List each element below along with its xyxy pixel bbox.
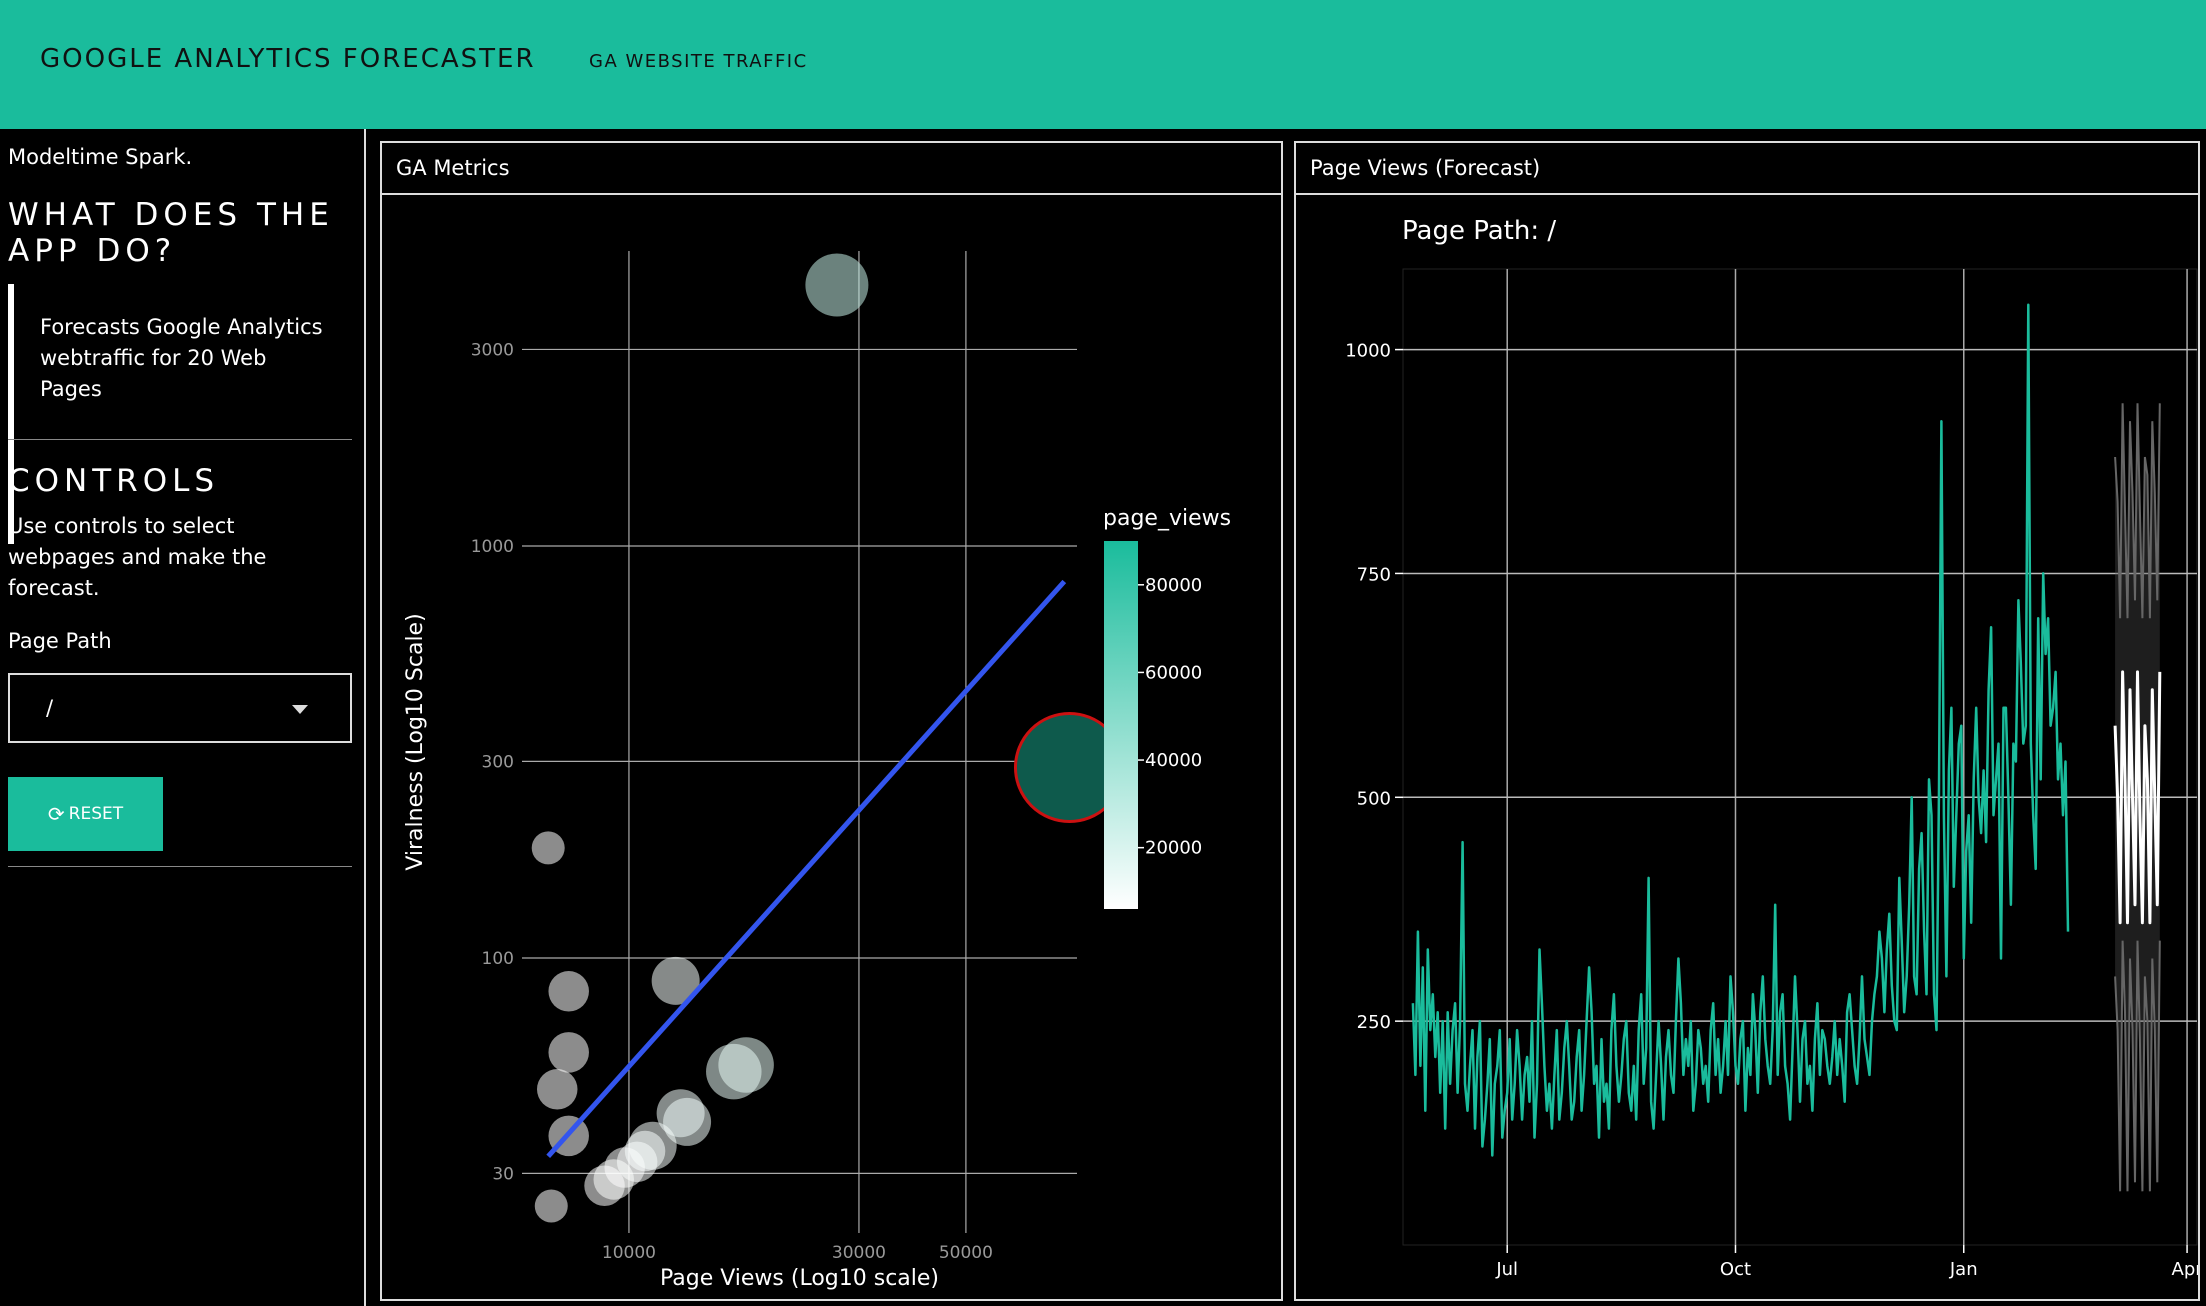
reset-button-label: RESET xyxy=(68,804,124,824)
legend-tick-label: 20000 xyxy=(1145,838,1202,859)
card-title: GA Metrics xyxy=(396,156,510,180)
y-tick-label: 750 xyxy=(1357,564,1391,585)
y-tick-label: 3000 xyxy=(471,340,514,360)
page-path-select[interactable]: / xyxy=(8,673,352,743)
forecast-line-chart: Page Path: / Jul Oct Jan Apr 250 500 750 1000 xyxy=(1345,216,2198,1280)
y-tick-label: 1000 xyxy=(1345,341,1391,362)
y-tick-label: 300 xyxy=(482,752,514,772)
legend-colorbar xyxy=(1104,541,1138,909)
data-point xyxy=(534,1189,568,1223)
x-axis-label: Page Views (Log10 scale) xyxy=(660,1266,939,1291)
divider xyxy=(8,439,352,440)
sidebar: Modeltime Spark. WHAT DOES THE APP DO? F… xyxy=(0,129,366,1306)
chart-title: Page Path: / xyxy=(1402,216,1556,246)
page-path-selected-value: / xyxy=(46,696,54,720)
forecast-card: Page Views (Forecast) Page Path: / Jul Oct… xyxy=(1294,141,2200,1301)
y-tick-label: 1000 xyxy=(471,537,514,557)
x-tick-label: 10000 xyxy=(602,1243,656,1263)
y-axis-label: Viralness (Log10 Scale) xyxy=(403,613,428,870)
legend-tick-label: 80000 xyxy=(1145,575,1202,596)
controls-heading: CONTROLS xyxy=(8,463,220,499)
data-point xyxy=(584,1165,625,1206)
legend-tick-label: 40000 xyxy=(1145,750,1202,771)
controls-help-text: Use controls to select webpages and make… xyxy=(8,514,267,600)
refresh-icon: ⟳ xyxy=(47,802,65,826)
x-tick-label: Oct xyxy=(1720,1259,1751,1280)
app-description-blockquote: Forecasts Google Analytics webtraffic fo… xyxy=(8,284,354,544)
sidebar-heading: WHAT DOES THE APP DO? xyxy=(8,197,334,269)
data-point xyxy=(536,1069,578,1110)
app-description: Forecasts Google Analytics webtraffic fo… xyxy=(40,315,323,401)
card-title: Page Views (Forecast) xyxy=(1310,156,1541,180)
chevron-down-icon xyxy=(292,705,308,714)
nav-link-ga-website-traffic[interactable]: GA WEBSITE TRAFFIC xyxy=(589,51,808,72)
divider xyxy=(8,866,352,867)
x-tick-label: Jul xyxy=(1495,1259,1518,1280)
legend-tick-label: 60000 xyxy=(1145,662,1202,683)
y-tick-label: 30 xyxy=(492,1164,514,1184)
card-header: Page Views (Forecast) xyxy=(1296,143,2198,195)
x-tick-label: 30000 xyxy=(832,1243,886,1263)
x-tick-label: 50000 xyxy=(939,1243,993,1263)
data-point xyxy=(548,1032,589,1073)
data-point xyxy=(531,831,565,865)
x-tick-label: Apr xyxy=(2172,1259,2198,1280)
x-tick-label: Jan xyxy=(1949,1259,1978,1280)
app-brand[interactable]: GOOGLE ANALYTICS FORECASTER xyxy=(40,44,536,74)
data-point xyxy=(548,971,589,1012)
ga-metrics-scatter-chart: 10000 30000 50000 30 100 300 1000 3000 Page View… xyxy=(403,251,1231,1291)
data-point xyxy=(805,253,869,317)
y-tick-label: 100 xyxy=(482,949,514,969)
ga-metrics-card: GA Metrics 10000 30000 50000 30 100 300 1000 30… xyxy=(380,141,1283,1301)
trend-line xyxy=(546,579,1067,1159)
top-navbar: GOOGLE ANALYTICS FORECASTER GA WEBSITE T… xyxy=(0,0,2206,129)
legend-title: page_views xyxy=(1103,506,1231,531)
data-point xyxy=(718,1037,774,1093)
y-tick-label: 250 xyxy=(1357,1012,1391,1033)
card-header: GA Metrics xyxy=(382,143,1281,195)
y-tick-label: 500 xyxy=(1357,788,1391,809)
sidebar-subtitle: Modeltime Spark. xyxy=(8,145,193,169)
reset-button[interactable]: ⟳ RESET xyxy=(8,777,163,851)
page-path-label: Page Path xyxy=(8,629,112,653)
